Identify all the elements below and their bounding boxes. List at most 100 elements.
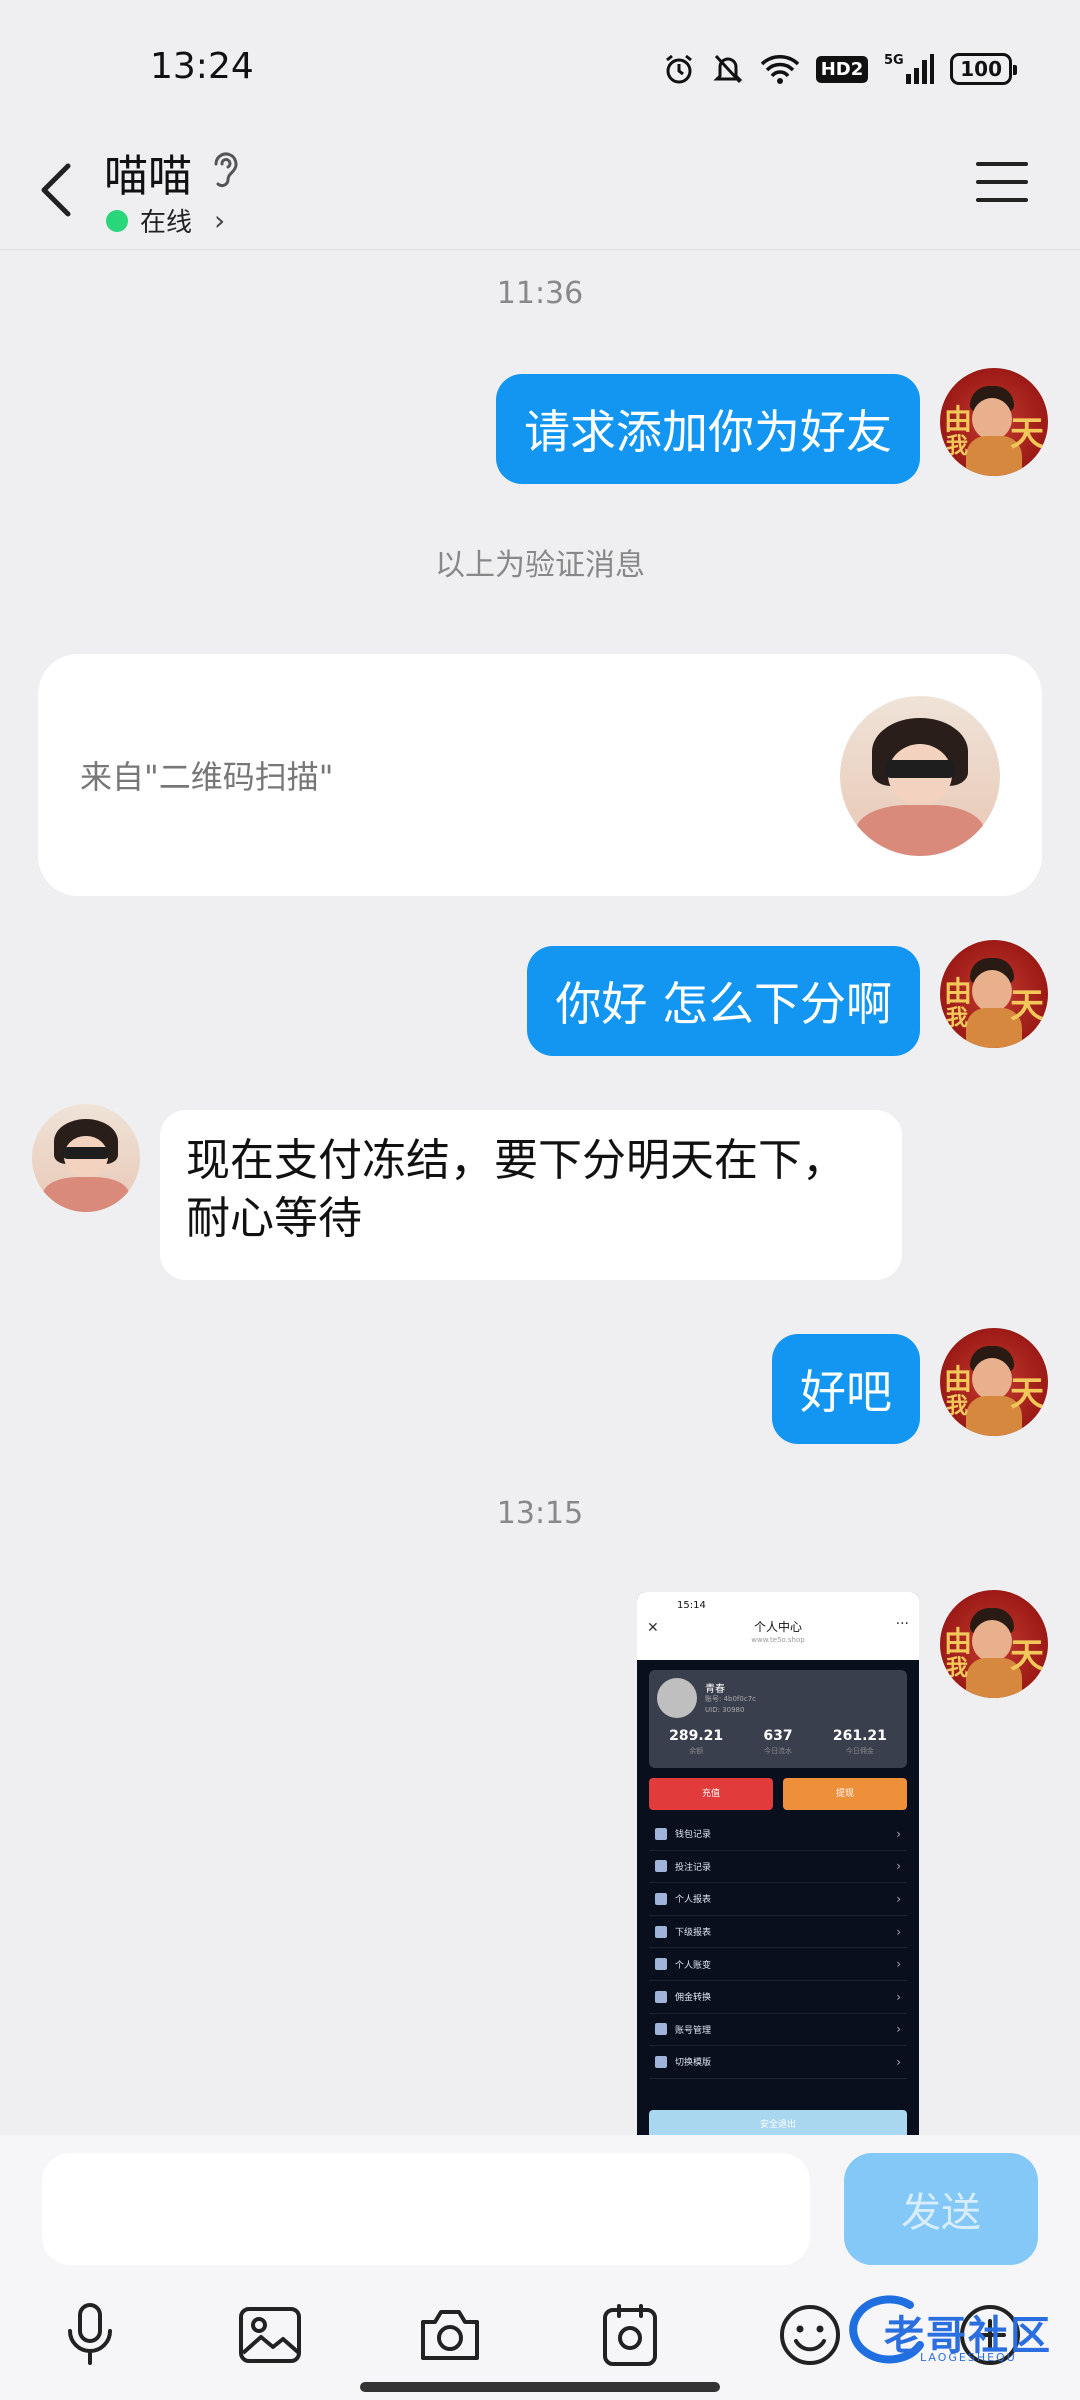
chat-header: 喵喵 在线 › [0,140,1080,250]
screenshot-menu-item: 佣金转换 › [649,1981,907,2014]
menu-item-label: 切换模版 [675,2058,712,2069]
svg-text:5G: 5G [884,53,904,68]
menu-line [976,198,1028,202]
avatar-face [972,1620,1012,1662]
menu-item-icon [655,1827,667,1840]
input-area: 发送 老哥社区 LAOGESHEQU [0,2135,1080,2400]
status-time: 13:24 [150,46,254,87]
chevron-right-icon: › [896,1957,901,1972]
my-avatar[interactable]: 由 我 天 [940,1590,1048,1698]
signal-5g-icon: 5G [884,53,935,84]
contact-avatar-large[interactable] [840,696,1000,856]
emoji-button[interactable] [770,2295,850,2375]
verify-card[interactable]: 来自"二维码扫描" [38,654,1042,896]
menu-item-icon [655,1925,667,1938]
screenshot-time: 15:14 [677,1600,706,1611]
screenshot-menu: 钱包记录 › 投注记录 › 个人报表 › 下级报表 › 个人账变 › 佣金转换 › 账号管理… [649,1818,907,2079]
battery-indicator: 100 [950,53,1017,85]
screenshot-menu-item: 切换模版 › [649,2046,907,2079]
avatar-shirt [42,1177,130,1212]
mute-bell-icon [713,54,743,84]
hd-badge: HD2 [815,55,869,83]
avatar-glasses [884,760,956,778]
ear-icon[interactable] [208,146,240,190]
back-button[interactable] [30,150,80,230]
menu-line [976,180,1028,184]
screenshot-recharge-button: 充值 [649,1778,773,1810]
my-avatar[interactable]: 由 我 天 [940,368,1048,476]
screenshot-stats: 289.21 余额 637 今日流水 261.21 今日佣金 [649,1728,907,1756]
chevron-right-icon: › [896,1859,901,1874]
chevron-right-icon: › [896,2054,901,2069]
sticker-button[interactable] [590,2295,670,2375]
menu-item-label: 账号管理 [675,2025,712,2036]
camera-button[interactable] [410,2295,490,2375]
menu-line [976,162,1028,166]
menu-button[interactable] [976,162,1028,206]
emoji-icon [780,2305,840,2365]
online-status[interactable]: 在线 › [106,202,225,239]
menu-item-icon [655,1958,667,1971]
chevron-right-icon: › [896,1989,901,2004]
menu-item-label: 个人账变 [675,1960,712,1971]
timestamp: 13:15 [496,1496,584,1531]
menu-item-label: 佣金转换 [675,1993,712,2004]
my-avatar[interactable]: 由 我 天 [940,940,1048,1048]
screenshot-title: 个人中心 [753,1620,802,1634]
avatar-shirt [856,804,984,856]
message-bubble-outgoing[interactable]: 请求添加你为好友 [496,374,920,484]
screenshot-titlebar: 15:14 ✕ 个人中心 www.te5o.shop ··· [637,1592,919,1660]
status-icons: HD2 5G 100 [662,52,1017,86]
screenshot-stat: 261.21 今日佣金 [833,1728,887,1756]
shared-screenshot-image[interactable]: 15:14 ✕ 个人中心 www.te5o.shop ··· 青春 账号: 4b… [637,1592,919,2135]
contact-avatar[interactable] [32,1104,140,1212]
chevron-right-icon: › [896,1891,901,1906]
screenshot-uid: UID: 30980 [705,1706,745,1714]
message-bubble-outgoing[interactable]: 好吧 [772,1334,920,1444]
chevron-right-icon: › [896,1924,901,1939]
avatar-glyph: 天 [1010,986,1044,1026]
avatar-glasses [62,1147,110,1160]
sticker-icon [603,2304,657,2366]
menu-item-label: 个人报表 [675,1895,712,1906]
avatar-face [972,970,1012,1012]
message-bubble-incoming[interactable]: 现在支付冻结，要下分明天在下， 耐心等待 [160,1110,902,1280]
camera-icon [421,2310,479,2360]
stat-value: 289.21 [669,1728,724,1744]
menu-item-icon [655,2055,667,2068]
avatar-glyph: 我 [946,434,969,459]
screenshot-menu-item: 个人报表 › [649,1883,907,1916]
watermark-subtext: LAOGESHEQU [920,2351,1017,2364]
stat-value: 261.21 [832,1728,887,1744]
menu-item-icon [655,2023,667,2036]
message-input[interactable] [42,2153,810,2265]
avatar-glyph: 天 [1010,1636,1044,1676]
microphone-button[interactable] [50,2295,130,2375]
avatar-glyph: 我 [946,1656,969,1681]
message-line: 现在支付冻结，要下分明天在下， [186,1135,846,1186]
image-button[interactable] [230,2295,310,2375]
screenshot-withdraw-button: 提现 [783,1778,907,1810]
screenshot-logout-button: 安全退出 [649,2110,907,2135]
chat-area[interactable]: 11:36 请求添加你为好友 由 我 天 以上为验证消息 来自"二维码扫描" 你… [0,250,1080,2135]
screenshot-profile-card: 青春 账号: 4b0f0c7c UID: 30980 289.21 余额 637 今… [649,1670,907,1768]
home-indicator[interactable] [360,2382,720,2392]
menu-item-label: 钱包记录 [675,1830,712,1841]
my-avatar[interactable]: 由 我 天 [940,1328,1048,1436]
menu-item-icon [655,1860,667,1873]
contact-name[interactable]: 喵喵 [104,140,192,204]
alarm-icon [665,54,692,84]
verify-source-text: 来自"二维码扫描" [80,758,334,796]
screenshot-username: 青春 [705,1684,725,1695]
menu-item-icon [655,1892,667,1905]
message-bubble-outgoing[interactable]: 你好 怎么下分啊 [527,946,920,1056]
stat-value: 637 [763,1728,793,1744]
avatar-glyph: 天 [1010,414,1044,454]
avatar-glyph: 天 [1010,1374,1044,1414]
send-button[interactable]: 发送 [844,2153,1038,2265]
online-dot [106,209,128,232]
wifi-icon [760,55,799,84]
image-icon [239,2307,301,2363]
avatar-face [972,398,1012,440]
avatar-face [972,1358,1012,1400]
